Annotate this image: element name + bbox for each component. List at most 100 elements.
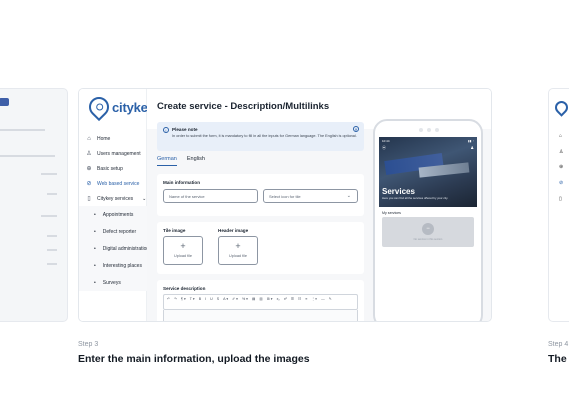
highlight-icon[interactable]: ✐ ▾ [232,296,238,303]
paragraph-icon[interactable]: ¶ ▾ [181,296,186,303]
sidebar-subitem-label: Surveys [102,279,121,286]
tile-image-label: Tile image [163,228,186,233]
indent-icon[interactable]: ⋮≡ [311,296,317,303]
bullet-list-icon[interactable]: ☰ [291,296,294,303]
image-icon[interactable]: ▤ [252,296,255,303]
upload-label: Upload file [229,254,247,258]
preview-line [47,263,57,265]
table-icon[interactable]: ⊞ ▾ [267,296,273,303]
step-title: Enter the main information, upload the i… [78,353,310,365]
undo-icon[interactable]: ↶ [167,296,170,303]
upload-label: Upload file [174,254,192,258]
preview-line [47,249,57,251]
service-description-section: Service description ↶ ↷ ¶ ▾ T ▾ B I U S … [157,280,364,321]
preview-line [41,173,57,175]
link-icon[interactable]: % ▾ [242,296,248,303]
preview-nav-icon: ⌂ [559,133,563,139]
chevron-down-icon: ⌄ [346,193,351,199]
strikethrough-icon[interactable]: S [217,296,219,303]
sidebar-item-users-management[interactable]: ♙ Users management [79,146,147,161]
preview-line [47,235,57,237]
sidebar-subitem-defect-reporter[interactable]: Defect reporter [79,223,147,240]
phone-icon: ▯ [87,196,91,202]
phone-empty-text: No service in this section [413,238,443,241]
logo[interactable]: citykey [84,92,155,122]
header-image-upload[interactable]: + Upload file [218,236,258,265]
sidebar-item-basic-setup[interactable]: ⊕ Basic setup [79,161,147,176]
sidebar-item-label: Web based service [97,180,140,187]
sidebar-item-label: Basic setup [97,165,123,172]
remove-icon: − [422,223,434,235]
text-size-icon[interactable]: T ▾ [190,296,195,303]
phone-services-title: Services [382,187,415,196]
sidebar-subitem-label: Interesting places [102,262,142,269]
phone-my-services-label: My services [382,211,401,215]
subscript-icon[interactable]: x₂ [277,296,280,303]
horizontal-rule-icon[interactable]: — [321,296,325,303]
signal-icon: ▮▮ ◔ [468,139,474,143]
phone-header-icons: ⦿ ♟ [382,145,474,151]
sidebar-item-label: Home [97,135,111,142]
sidebar-subitem-appointments[interactable]: Appointments [79,206,147,223]
font-color-icon[interactable]: A ▾ [223,296,228,303]
services-header-image: 10:44 ▮▮ ◔ ⦿ ♟ Services Here you can fin… [379,137,477,207]
sidebar-subitem-digital-administration[interactable]: Digital administration [79,240,150,257]
next-step-title: The [548,353,567,365]
phone-empty-services: − No service in this section [382,217,474,247]
sidebar-item-label: Users management [97,150,141,157]
sidebar-subitem-label: Digital administration [102,245,150,252]
sidebar-item-web-based-service[interactable]: ⊘ Web based service [79,176,147,191]
users-icon: ♙ [86,151,92,157]
tile-image-upload[interactable]: + Upload file [163,236,203,265]
sidebar-nav: ⌂ Home ♙ Users management ⊕ Basic setup … [79,131,150,291]
sidebar-subitem-surveys[interactable]: Surveys [79,274,147,291]
description-editor[interactable] [163,310,358,321]
tile-icon-select[interactable]: Select icon for tile ⌄ [263,189,358,203]
italic-icon[interactable]: I [205,296,206,303]
numbered-list-icon[interactable]: ☷ [298,296,301,303]
location-pin-icon: ⦿ [382,145,386,150]
service-name-input[interactable]: Name of the service [163,189,258,203]
profile-icon: ♟ [470,145,474,150]
phone-screen: 10:44 ▮▮ ◔ ⦿ ♟ Services Here you can fin… [379,137,477,321]
main-content: Create service - Description/Multilinks … [147,89,491,321]
screenshot-card: citykey ⌂ Home ♙ Users management ⊕ Basi… [78,88,492,322]
input-placeholder: Name of the service [169,193,205,199]
tab-english[interactable]: English [187,156,205,166]
phone-preview: 10:44 ▮▮ ◔ ⦿ ♟ Services Here you can fin… [373,119,483,321]
media-icon[interactable]: ▥ [259,296,262,303]
preview-nav-icon: ▯ [559,196,562,202]
close-icon[interactable]: ✕ [353,126,359,132]
section-title: Main information [163,180,201,185]
sidebar-subitem-label: Defect reporter [102,228,137,235]
note-title: Please note [172,127,198,132]
plus-icon: + [180,241,186,251]
phone-notch [409,127,449,132]
sidebar-item-citykey-services[interactable]: ▯ Citykey services ⌄ [79,191,147,206]
citykey-logo-icon [84,92,114,122]
align-icon[interactable]: ≡ [305,296,307,303]
images-section: Tile image Header image + Upload file + … [157,222,364,274]
superscript-icon[interactable]: x² [284,296,287,303]
link-icon: ⊘ [86,181,92,187]
preview-nav-icon: ♙ [559,149,564,155]
edit-icon[interactable]: ✎ [329,296,332,303]
note-body: In order to submit the form, it is manda… [172,134,357,138]
sidebar-subitem-interesting-places[interactable]: Interesting places [79,257,147,274]
citykey-services-submenu: Appointments Defect reporter Digital adm… [79,206,150,291]
tab-german[interactable]: German [157,156,177,166]
next-slide-preview[interactable]: ⌂ ♙ ⊕ ⊘ ▯ [548,88,569,322]
bold-icon[interactable]: B [199,296,201,303]
page-title: Create service - Description/Multilinks [157,101,330,112]
language-tabs: German English [157,156,205,166]
redo-icon[interactable]: ↷ [174,296,177,303]
previous-slide-preview[interactable] [0,88,68,322]
preview-line [0,155,55,157]
logo-pin-icon [552,98,569,117]
home-icon: ⌂ [87,135,91,142]
sidebar-item-home[interactable]: ⌂ Home [79,131,147,146]
underline-icon[interactable]: U [210,296,213,303]
section-title: Service description [163,286,206,291]
sidebar: citykey ⌂ Home ♙ Users management ⊕ Basi… [79,89,155,321]
note-banner: i Please note In order to submit the for… [157,122,364,151]
